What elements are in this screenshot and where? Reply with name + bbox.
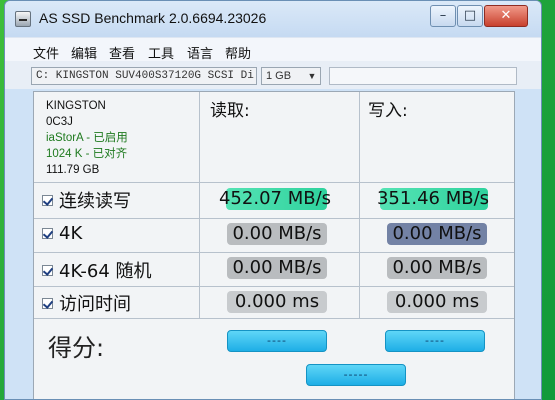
drive-select-value: C: KINGSTON SUV400S37120G SCSI Di <box>36 70 254 82</box>
4k-checkbox[interactable] <box>42 228 53 239</box>
total-score-button[interactable]: ----- <box>306 364 406 386</box>
drive-driver: iaStorA - 已启用 <box>46 132 128 144</box>
4k-write-value: 0.00 MB/s <box>387 223 487 245</box>
seq-read-value: 452.07 MB/s <box>212 188 338 210</box>
toolbar: C: KINGSTON SUV400S37120G SCSI Di 1 GB ▼ <box>5 61 541 89</box>
status-textbox[interactable] <box>329 67 517 85</box>
4k64-checkbox[interactable] <box>42 264 53 276</box>
access-read-value: 0.000 ms <box>227 291 327 313</box>
minimize-button[interactable]: – <box>430 5 456 27</box>
menu-edit[interactable]: 编辑 <box>71 43 97 62</box>
results-panel: KINGSTON 0C3J iaStorA - 已启用 1024 K - 已对齐… <box>33 91 515 399</box>
menu-file[interactable]: 文件 <box>33 43 59 62</box>
title-bar[interactable]: AS SSD Benchmark 2.0.6694.23026 – □ ✕ <box>5 1 541 37</box>
drive-info: KINGSTON 0C3J iaStorA - 已启用 1024 K - 已对齐… <box>46 98 128 178</box>
app-icon <box>15 11 31 27</box>
divider <box>34 286 514 287</box>
divider <box>34 218 514 219</box>
access-label-text: 访问时间 <box>59 294 131 315</box>
write-score-button[interactable]: ---- <box>385 330 485 352</box>
divider <box>199 92 200 318</box>
drive-model: KINGSTON <box>46 100 106 112</box>
menu-help[interactable]: 帮助 <box>225 43 251 62</box>
read-score-button[interactable]: ---- <box>227 330 327 352</box>
drive-alignment: 1024 K - 已对齐 <box>46 148 128 160</box>
window-title: AS SSD Benchmark 2.0.6694.23026 <box>39 10 267 26</box>
drive-capacity: 111.79 GB <box>46 164 100 176</box>
chevron-down-icon: ▼ <box>307 71 317 81</box>
score-label: 得分: <box>48 334 105 362</box>
access-write-value: 0.000 ms <box>387 291 487 313</box>
access-checkbox[interactable] <box>42 297 53 309</box>
row-access-label[interactable]: 访问时间 <box>42 290 131 316</box>
4k-label-text: 4K <box>59 223 83 244</box>
menu-bar: 文件 编辑 查看 工具 语言 帮助 <box>5 37 541 63</box>
4k64-read-value: 0.00 MB/s <box>227 257 327 279</box>
divider <box>34 252 514 253</box>
row-4k64-label[interactable]: 4K-64 随机 <box>42 257 152 283</box>
divider <box>359 92 360 318</box>
close-button[interactable]: ✕ <box>484 5 528 27</box>
drive-firmware: 0C3J <box>46 116 73 128</box>
row-4k-label[interactable]: 4K <box>42 223 82 244</box>
menu-language[interactable]: 语言 <box>187 43 213 62</box>
app-window: AS SSD Benchmark 2.0.6694.23026 – □ ✕ 文件… <box>4 0 542 400</box>
seq-label-text: 连续读写 <box>59 191 131 212</box>
test-size-value: 1 GB <box>266 70 292 82</box>
drive-select[interactable]: C: KINGSTON SUV400S37120G SCSI Di <box>31 67 257 85</box>
maximize-button[interactable]: □ <box>457 5 483 27</box>
seq-write-value: 351.46 MB/s <box>370 188 496 210</box>
4k64-label-text: 4K-64 随机 <box>59 261 152 282</box>
seq-write-text: 351.46 MB/s <box>376 188 490 209</box>
4k64-write-value: 0.00 MB/s <box>387 257 487 279</box>
row-seq-label[interactable]: 连续读写 <box>42 187 131 213</box>
seq-checkbox[interactable] <box>42 194 53 206</box>
menu-view[interactable]: 查看 <box>109 43 135 62</box>
divider <box>34 318 514 319</box>
test-size-select[interactable]: 1 GB ▼ <box>261 67 321 85</box>
write-column-header: 写入: <box>368 101 408 121</box>
read-column-header: 读取: <box>210 101 250 121</box>
4k-read-value: 0.00 MB/s <box>227 223 327 245</box>
menu-tools[interactable]: 工具 <box>148 43 174 62</box>
seq-read-text: 452.07 MB/s <box>218 188 332 209</box>
divider <box>34 182 514 183</box>
